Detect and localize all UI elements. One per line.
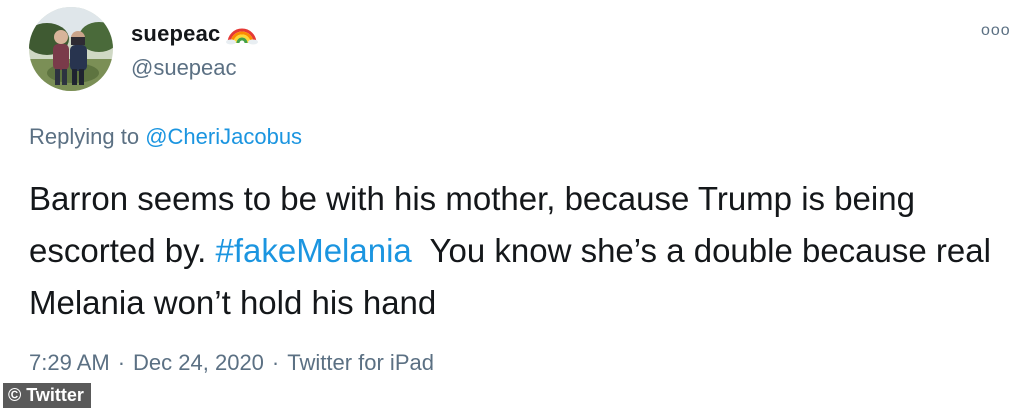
tweet-time[interactable]: 7:29 AM xyxy=(29,350,110,376)
hashtag-link[interactable]: #fakeMelania xyxy=(215,232,411,269)
meta-separator: · xyxy=(117,350,126,375)
replying-to-label: Replying to xyxy=(29,124,140,149)
meta-separator: · xyxy=(271,350,280,375)
profile-photo-icon xyxy=(29,7,113,91)
user-handle[interactable]: @suepeac xyxy=(131,55,237,81)
reply-mention-link[interactable]: @CheriJacobus xyxy=(145,124,302,149)
twitter-watermark: © Twitter xyxy=(3,383,91,408)
tweet-source[interactable]: Twitter for iPad xyxy=(287,350,434,376)
tweet-metadata: 7:29 AM · Dec 24, 2020 · Twitter for iPa… xyxy=(29,350,434,376)
display-name-row[interactable]: suepeac xyxy=(131,21,259,47)
more-options-icon[interactable]: ooo xyxy=(981,22,1011,40)
avatar[interactable] xyxy=(29,7,113,91)
tweet-text: Barron seems to be with his mother, beca… xyxy=(29,173,1004,329)
tweet-date[interactable]: Dec 24, 2020 xyxy=(133,350,264,376)
rainbow-icon xyxy=(226,23,259,45)
tweet-card: suepeac @suepeac ooo Replying to @CheriJ… xyxy=(0,0,1024,410)
display-name[interactable]: suepeac xyxy=(131,21,220,47)
replying-to-line: Replying to @CheriJacobus xyxy=(29,124,302,150)
